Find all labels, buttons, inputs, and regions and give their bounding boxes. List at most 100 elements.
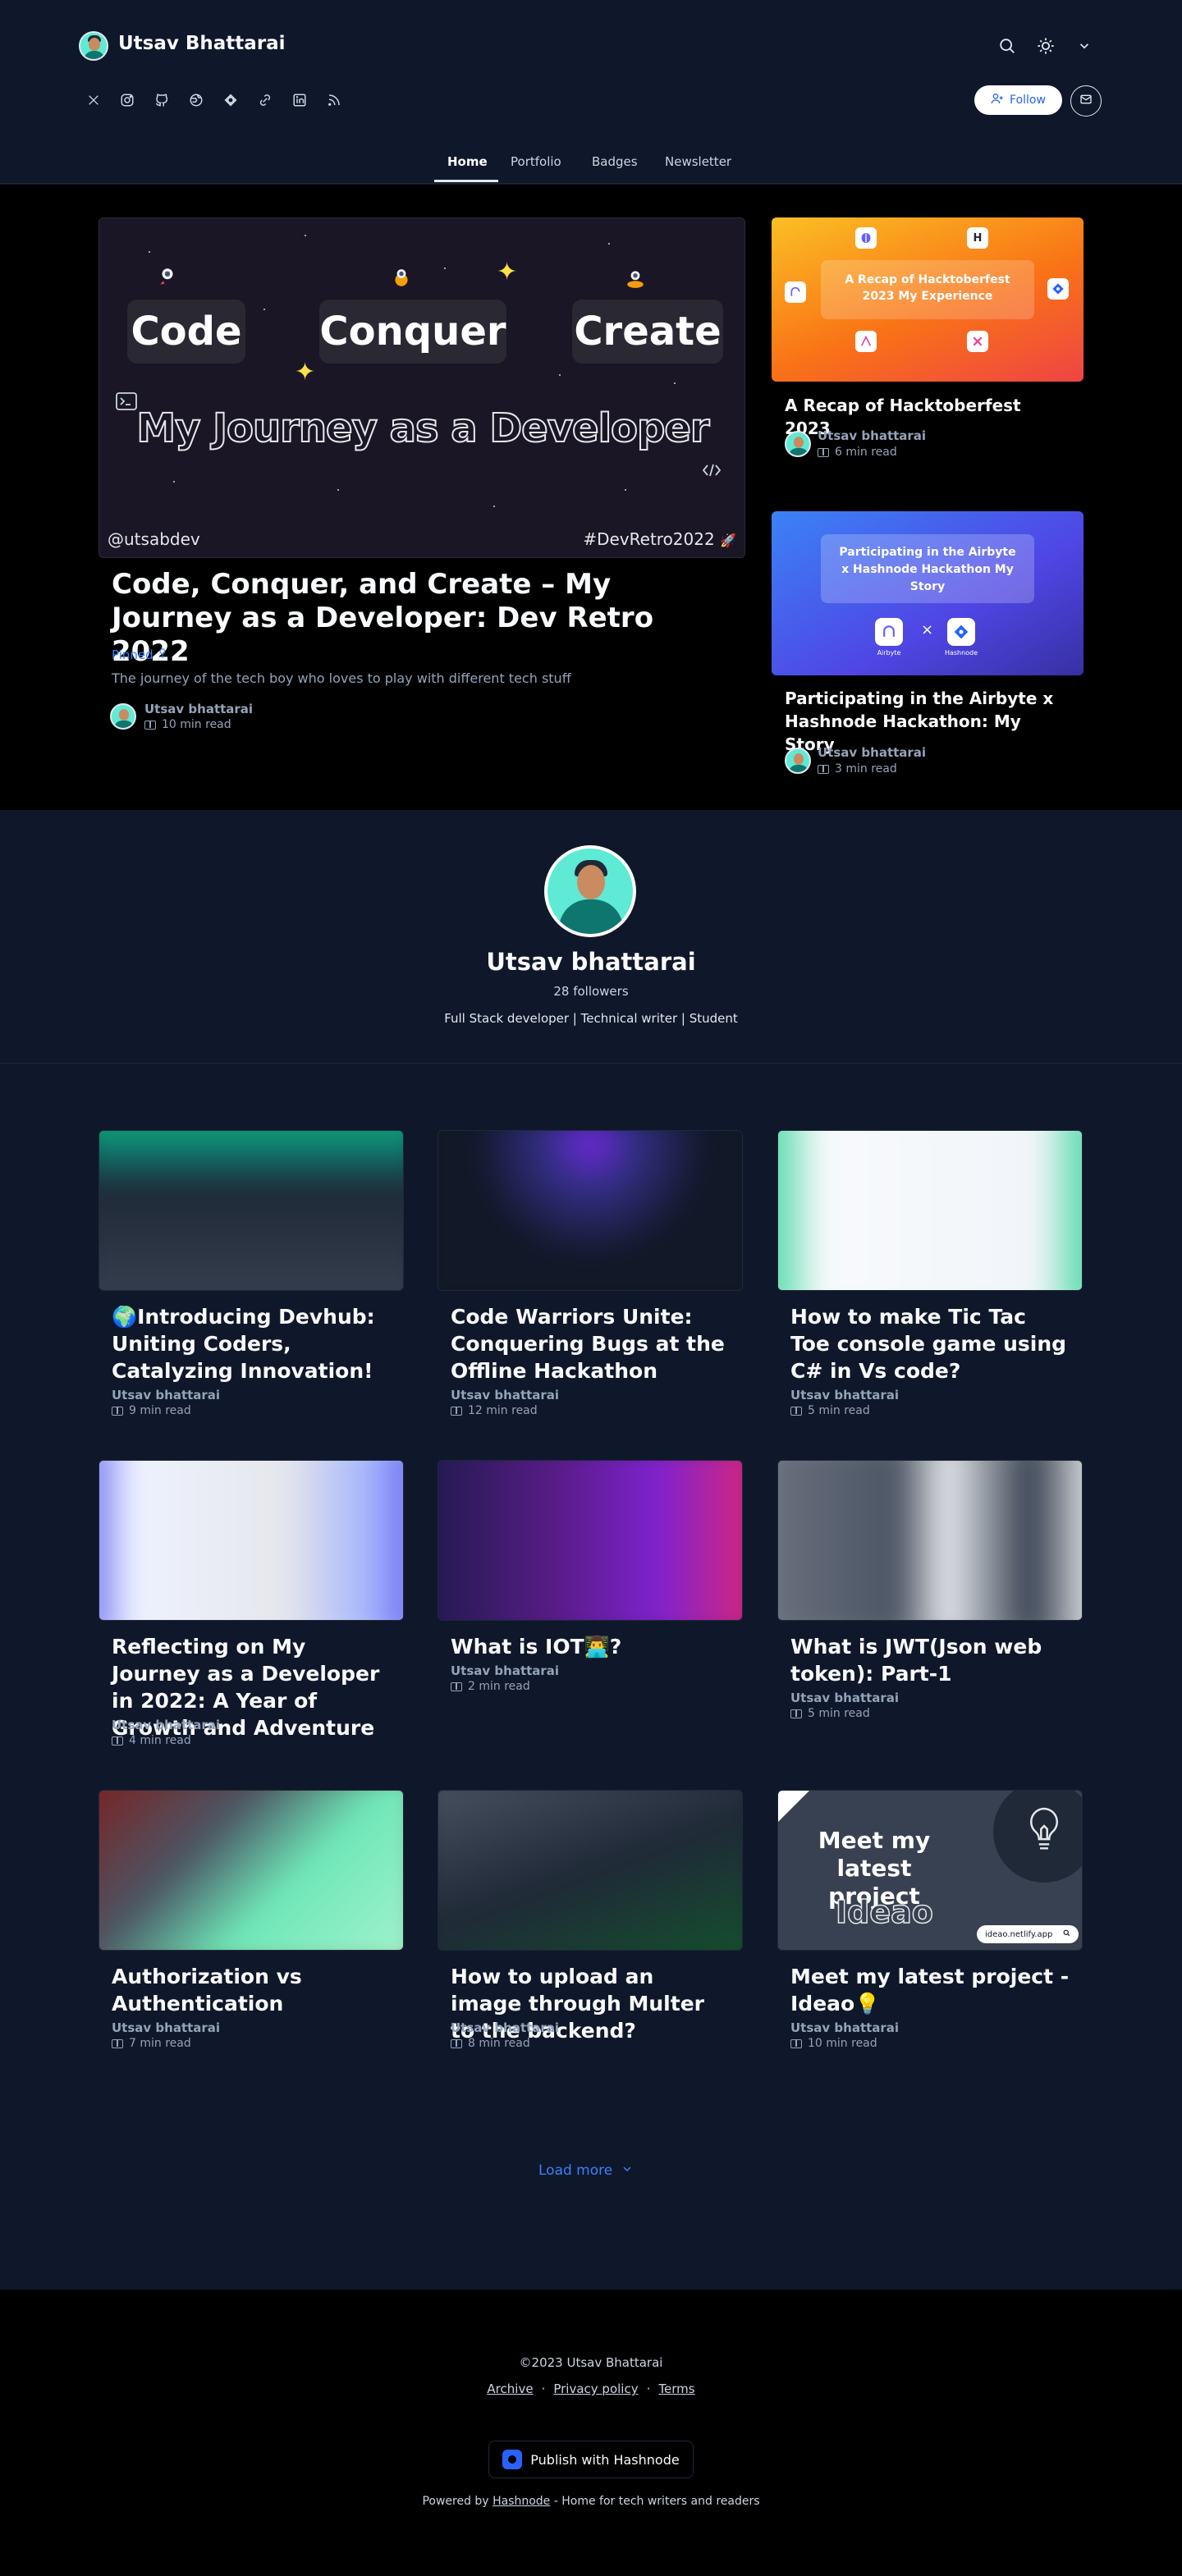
author-name[interactable]: Utsav bhattarai — [144, 702, 253, 716]
side-post-cover-image[interactable]: Participating in the Airbyte x Hashnode … — [772, 511, 1084, 675]
book-icon — [112, 1736, 123, 1746]
hashnode-link[interactable]: Hashnode — [492, 2495, 550, 2508]
read-time: 4 min read — [112, 1734, 191, 1747]
appwrite-logo-icon — [855, 331, 877, 352]
author-name[interactable]: Utsav bhattarai — [112, 1388, 220, 1402]
load-more-button[interactable]: Load more — [538, 2158, 644, 2183]
author-name[interactable]: Utsav bhattarai — [818, 745, 926, 760]
ideao-name: Ideao — [835, 1893, 933, 1931]
powered-by: Powered by Hashnode - Home for tech writ… — [422, 2495, 760, 2508]
github-icon[interactable] — [152, 90, 172, 110]
book-icon — [790, 1406, 802, 1416]
publish-label: Publish with Hashnode — [530, 2451, 680, 2468]
author-name[interactable]: Utsav bhattarai — [818, 428, 926, 443]
pin-icon — [157, 647, 168, 662]
side-cover-text: Participating in the Airbyte x Hashnode … — [821, 534, 1034, 603]
profile-name[interactable]: Utsav bhattarai — [0, 948, 1182, 976]
author-name[interactable]: Utsav bhattarai — [451, 1388, 559, 1402]
sun-icon[interactable] — [1034, 34, 1057, 57]
instagram-icon[interactable] — [117, 90, 137, 110]
post-title[interactable]: What is IOT👨‍💻? — [451, 1633, 730, 1660]
book-icon — [818, 447, 829, 457]
follow-label: Follow — [1010, 94, 1046, 107]
book-icon — [790, 1709, 802, 1718]
link-icon[interactable] — [255, 90, 275, 110]
post-cover-image[interactable] — [777, 1460, 1083, 1621]
post-title[interactable]: Authorization vs Authentication — [112, 1963, 391, 2017]
book-icon — [451, 1681, 462, 1691]
author-name[interactable]: Utsav bhattarai — [112, 2020, 220, 2035]
newsletter-button[interactable] — [1070, 85, 1102, 117]
read-time: 5 min read — [790, 1707, 870, 1720]
globe-icon[interactable] — [186, 90, 206, 110]
read-time: 7 min read — [112, 2037, 191, 2050]
read-time: 6 min read — [818, 446, 897, 459]
mail-icon — [1079, 93, 1093, 109]
post-cover-image[interactable] — [98, 1790, 404, 1951]
hashnode-logo-icon — [1047, 278, 1069, 300]
footer-copyright: ©2023 Utsav Bhattarai — [519, 2355, 663, 2370]
featured-post-title[interactable]: Code, Conquer, and Create – My Journey a… — [112, 568, 735, 669]
lightbulb-icon — [1024, 1805, 1065, 1859]
profile-avatar[interactable] — [544, 845, 636, 937]
tab-home[interactable]: Home — [447, 154, 488, 169]
footer-link-archive[interactable]: Archive — [487, 2382, 533, 2396]
profile-followers[interactable]: 28 followers — [0, 984, 1182, 999]
author-avatar[interactable] — [785, 431, 811, 457]
read-time: 2 min read — [451, 1680, 530, 1693]
linkedin-icon[interactable] — [290, 90, 309, 110]
tab-newsletter[interactable]: Newsletter — [665, 154, 731, 169]
author-avatar[interactable] — [110, 703, 136, 730]
blog-avatar[interactable] — [79, 31, 108, 61]
book-icon — [112, 1406, 123, 1416]
author-name[interactable]: Utsav bhattarai — [790, 1691, 899, 1705]
ideao-line1: Meet my — [818, 1827, 931, 1854]
rocket-icon — [157, 266, 178, 287]
read-time: 8 min read — [451, 2037, 530, 2050]
logo-caption-hashnode: Hashnode — [944, 649, 978, 657]
post-cover-image[interactable] — [777, 1130, 1083, 1291]
hashnode-icon[interactable] — [221, 90, 241, 110]
author-name[interactable]: Utsav bhattarai — [790, 2020, 899, 2035]
author-name[interactable]: Utsav bhattarai — [451, 1663, 559, 1678]
airbyte-logo-icon — [875, 618, 903, 646]
author-name[interactable]: Utsav bhattarai — [451, 2020, 559, 2035]
footer-link-privacy[interactable]: Privacy policy — [553, 2382, 638, 2396]
footer-separator: · — [646, 2382, 651, 2396]
logo-caption-airbyte: Airbyte — [877, 649, 901, 657]
post-cover-image[interactable] — [98, 1460, 404, 1621]
post-title[interactable]: Code Warriors Unite: Conquering Bugs at … — [451, 1303, 730, 1384]
author-name[interactable]: Utsav bhattarai — [790, 1388, 899, 1402]
search-icon[interactable] — [996, 34, 1019, 57]
blog-title[interactable]: Utsav Bhattarai — [118, 33, 286, 54]
post-cover-image[interactable] — [98, 1130, 404, 1291]
corner-accent — [778, 1791, 809, 1822]
featured-cover-image[interactable]: ✦ ✦ Code Conquer Create My Journey as a … — [98, 217, 745, 558]
post-title[interactable]: How to make Tic Tac Toe console game usi… — [790, 1303, 1070, 1384]
side-cover-text: A Recap of Hacktoberfest 2023 My Experie… — [821, 260, 1034, 319]
author-name[interactable]: Utsav bhattarai — [112, 1718, 220, 1732]
author-avatar[interactable] — [785, 748, 811, 774]
search-icon — [1063, 1929, 1070, 1939]
tab-badges[interactable]: Badges — [592, 154, 638, 169]
rss-icon[interactable] — [324, 90, 344, 110]
post-title[interactable]: Meet my latest project - Ideao💡 — [790, 1963, 1070, 2017]
post-cover-image[interactable]: Meet my latest project Ideao ideao.netli… — [777, 1790, 1083, 1951]
post-cover-image[interactable] — [438, 1460, 743, 1621]
publish-with-hashnode-button[interactable]: Publish with Hashnode — [488, 2441, 694, 2478]
footer-link-terms[interactable]: Terms — [658, 2382, 694, 2396]
book-icon — [144, 720, 156, 730]
post-cover-image[interactable] — [438, 1130, 743, 1291]
book-icon — [451, 1406, 462, 1416]
x-icon[interactable] — [84, 90, 103, 110]
side-post-cover-image[interactable]: H A Recap of Hacktoberfest 2023 My Exper… — [772, 217, 1084, 382]
chevron-down-icon[interactable] — [1073, 34, 1096, 57]
book-icon — [112, 2038, 123, 2048]
follow-button[interactable]: Follow — [974, 85, 1062, 115]
tab-portfolio[interactable]: Portfolio — [511, 154, 561, 169]
read-time: 10 min read — [790, 2037, 877, 2050]
post-title[interactable]: 🌍Introducing Devhub: Uniting Coders, Cat… — [112, 1303, 391, 1384]
post-title[interactable]: What is JWT(Json web token): Part-1 — [790, 1633, 1070, 1687]
active-tab-indicator — [434, 180, 498, 182]
post-cover-image[interactable] — [438, 1790, 743, 1951]
